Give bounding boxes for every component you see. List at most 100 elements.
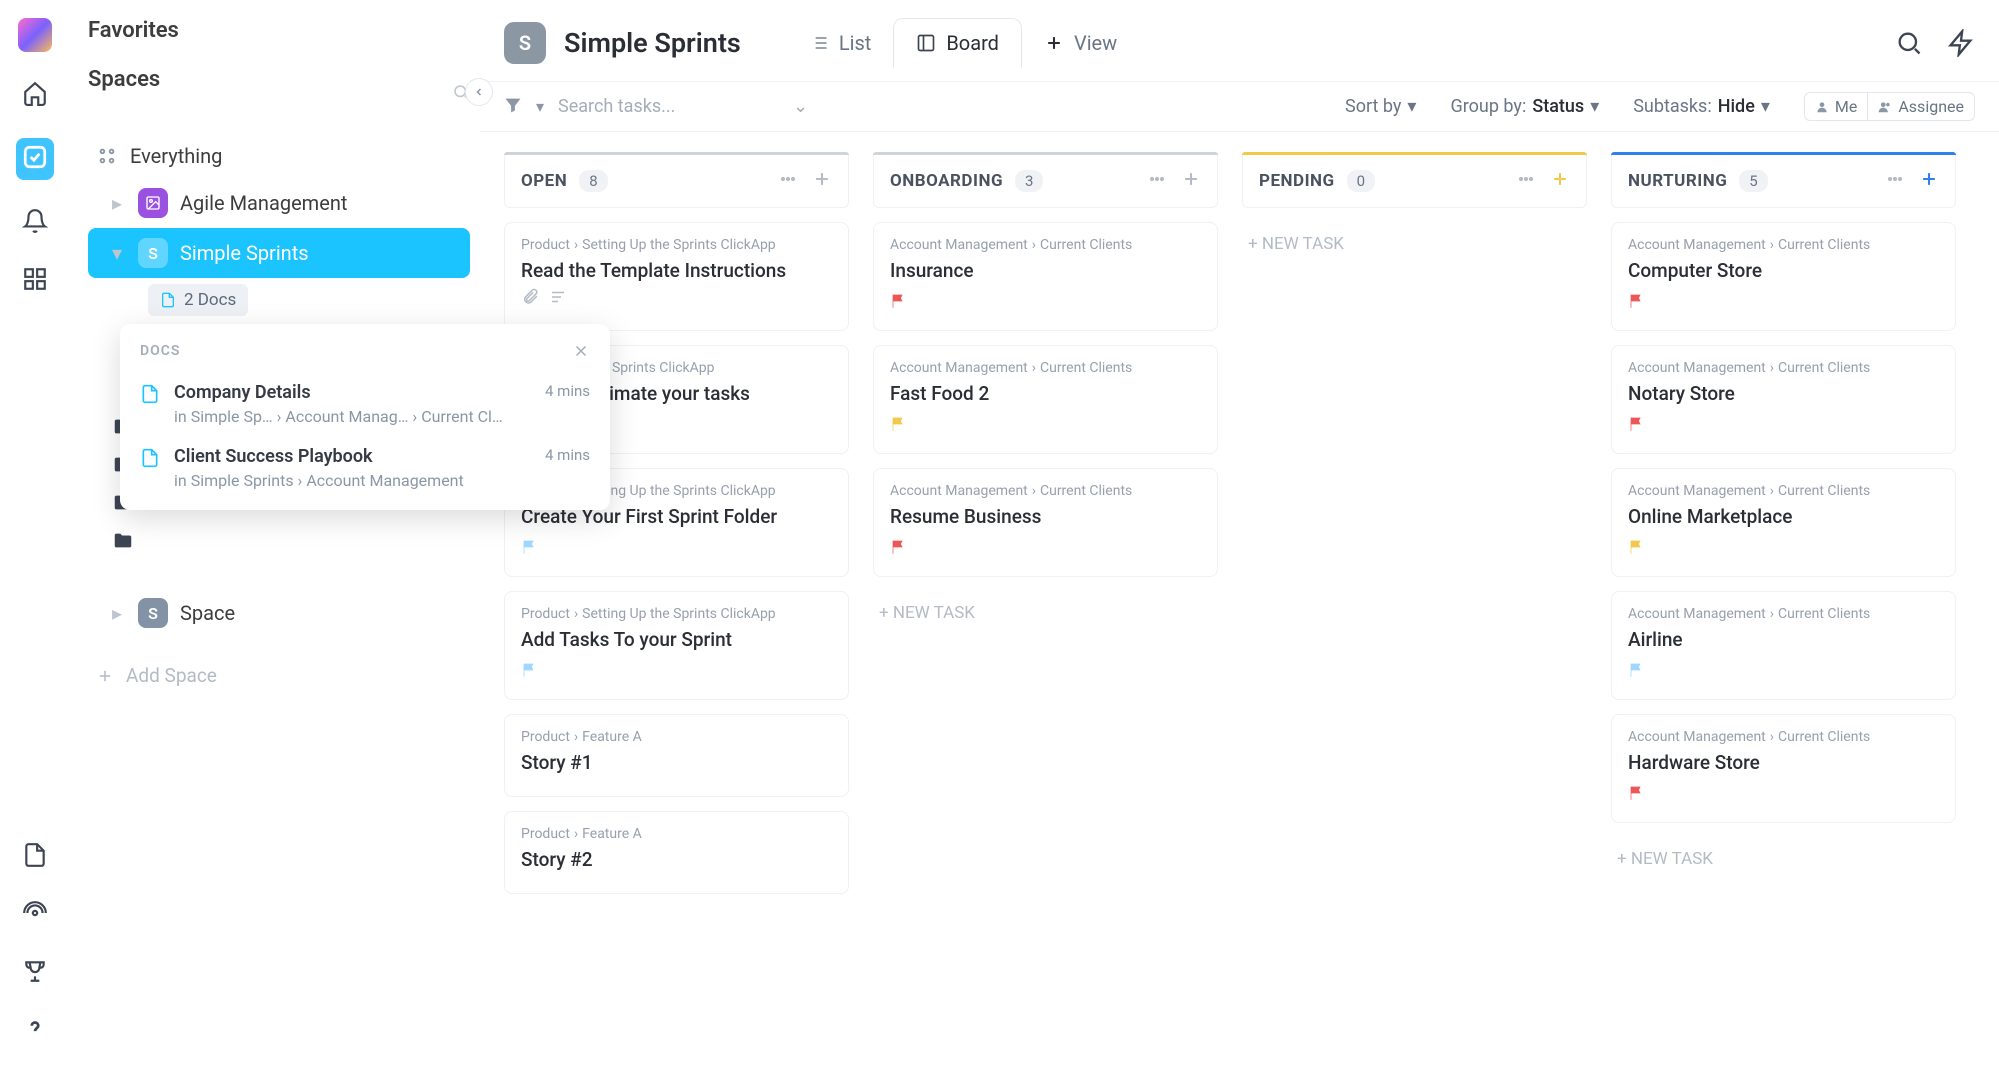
- breadcrumb: Account Management›Current Clients: [1628, 483, 1939, 499]
- task-card[interactable]: Product›Feature A Story #2: [504, 811, 849, 894]
- doc-item[interactable]: Client Success Playbookin Simple Sprints…: [140, 436, 590, 500]
- card-title: Read the Template Instructions: [521, 259, 832, 282]
- collapse-sidebar-button[interactable]: [465, 78, 493, 106]
- priority-flag-icon[interactable]: [890, 538, 1201, 560]
- column-header[interactable]: PENDING 0: [1242, 155, 1587, 208]
- docs-count-pill[interactable]: 2 Docs: [148, 284, 248, 316]
- me-filter-button[interactable]: Me: [1804, 92, 1868, 121]
- users-icon: [1878, 100, 1892, 114]
- card-title: Computer Store: [1628, 259, 1939, 282]
- pulse-icon[interactable]: [22, 900, 48, 930]
- priority-flag-icon[interactable]: [1628, 784, 1939, 806]
- docs-icon[interactable]: [22, 842, 48, 872]
- column-header[interactable]: OPEN 8: [504, 155, 849, 208]
- task-card[interactable]: Account Management›Current ClientsOnline…: [1611, 468, 1956, 577]
- priority-flag-icon[interactable]: [1628, 661, 1939, 683]
- column-name: ONBOARDING: [890, 171, 1003, 191]
- column-count: 5: [1739, 170, 1767, 192]
- search-input[interactable]: Search tasks... ⌄: [558, 96, 808, 117]
- notifications-icon[interactable]: [22, 208, 48, 238]
- sidebar-item-agile[interactable]: ▸ Agile Management: [88, 178, 470, 228]
- column-header[interactable]: ONBOARDING 3: [873, 155, 1218, 208]
- sidebar-item-everything[interactable]: Everything: [88, 134, 470, 178]
- app-logo[interactable]: [18, 18, 52, 52]
- breadcrumb: Account Management›Current Clients: [1628, 606, 1939, 622]
- breadcrumb: Product›Setting Up the Sprints ClickApp: [521, 606, 832, 622]
- task-card[interactable]: Account Management›Current ClientsFast F…: [873, 345, 1218, 454]
- folder-row[interactable]: [88, 522, 470, 560]
- add-task-icon[interactable]: [1919, 169, 1939, 193]
- breadcrumb: Account Management›Current Clients: [1628, 360, 1939, 376]
- list-icon: [809, 33, 829, 53]
- search-icon[interactable]: [1895, 29, 1923, 57]
- add-view-button[interactable]: View: [1022, 19, 1139, 67]
- breadcrumb: Product›Feature A: [521, 826, 832, 842]
- favorites-header[interactable]: Favorites: [88, 18, 470, 43]
- folder-icon: [112, 530, 134, 552]
- task-card[interactable]: Product›Setting Up the Sprints ClickApp R…: [504, 222, 849, 331]
- add-task-icon[interactable]: [812, 169, 832, 193]
- task-card[interactable]: Product›Setting Up the Sprints ClickAppA…: [504, 591, 849, 700]
- new-task-button[interactable]: + NEW TASK: [1242, 222, 1587, 266]
- chevron-down-icon[interactable]: ▾: [536, 97, 544, 116]
- sidebar-item-simple-sprints[interactable]: ▾ S Simple Sprints: [88, 228, 470, 278]
- more-icon[interactable]: [1516, 169, 1536, 193]
- view-tab-list[interactable]: List: [787, 19, 894, 67]
- priority-flag-icon[interactable]: [521, 661, 832, 683]
- user-icon: [1815, 100, 1829, 114]
- apps-icon[interactable]: [22, 266, 48, 296]
- tasks-icon[interactable]: [16, 138, 54, 180]
- task-card[interactable]: Account Management›Current Clients Notary…: [1611, 345, 1956, 454]
- priority-flag-icon[interactable]: [1628, 292, 1939, 314]
- automation-icon[interactable]: [1947, 29, 1975, 57]
- filter-button[interactable]: [504, 96, 522, 118]
- group-by-button[interactable]: Group by: Status ▾: [1450, 96, 1599, 117]
- task-card[interactable]: Account Management›Current ClientsAirlin…: [1611, 591, 1956, 700]
- add-task-icon[interactable]: [1550, 169, 1570, 193]
- space-icon: S: [138, 238, 168, 268]
- doc-item[interactable]: Company Detailsin Simple Sp… › Account M…: [140, 372, 590, 436]
- more-icon[interactable]: [1147, 169, 1167, 193]
- column-count: 8: [579, 170, 607, 192]
- new-task-button[interactable]: + NEW TASK: [1611, 837, 1956, 881]
- chevron-down-icon: ▾: [112, 241, 126, 265]
- page-title[interactable]: Simple Sprints: [564, 27, 741, 59]
- more-icon[interactable]: [778, 169, 798, 193]
- priority-flag-icon[interactable]: [521, 538, 832, 560]
- add-space-button[interactable]: Add Space: [88, 652, 470, 699]
- priority-flag-icon[interactable]: [1628, 538, 1939, 560]
- card-meta-icons: [521, 288, 832, 306]
- task-card[interactable]: Account Management›Current ClientsResume…: [873, 468, 1218, 577]
- sidebar-label: Simple Sprints: [180, 241, 309, 265]
- card-title: Notary Store: [1628, 382, 1939, 405]
- sidebar: Favorites Spaces Everything ▸ Agile Mana…: [70, 0, 480, 1070]
- space-avatar[interactable]: S: [504, 22, 546, 64]
- spaces-header[interactable]: Spaces: [88, 67, 160, 92]
- more-icon[interactable]: [1885, 169, 1905, 193]
- priority-flag-icon[interactable]: [890, 415, 1201, 437]
- card-title: Story #2: [521, 848, 832, 871]
- column-name: NURTURING: [1628, 171, 1727, 191]
- task-card[interactable]: Product›Feature AStory #1: [504, 714, 849, 797]
- task-card[interactable]: Account Management›Current ClientsInsura…: [873, 222, 1218, 331]
- close-icon[interactable]: [572, 342, 590, 360]
- card-title: Story #1: [521, 751, 832, 774]
- sidebar-item-space[interactable]: ▸ S Space: [88, 588, 470, 638]
- subtasks-button[interactable]: Subtasks: Hide ▾: [1633, 96, 1770, 117]
- help-icon[interactable]: [22, 1016, 48, 1046]
- breadcrumb: Product›Setting Up the Sprints ClickApp: [521, 237, 832, 253]
- doc-icon: [160, 291, 176, 309]
- new-task-button[interactable]: + NEW TASK: [873, 591, 1218, 635]
- priority-flag-icon[interactable]: [1628, 415, 1939, 437]
- task-card[interactable]: Account Management›Current ClientsComput…: [1611, 222, 1956, 331]
- priority-flag-icon[interactable]: [890, 292, 1201, 314]
- goals-icon[interactable]: [22, 958, 48, 988]
- home-icon[interactable]: [22, 80, 48, 110]
- card-title: Insurance: [890, 259, 1201, 282]
- view-tab-board[interactable]: Board: [893, 18, 1022, 68]
- column-header[interactable]: NURTURING 5: [1611, 155, 1956, 208]
- task-card[interactable]: Account Management›Current ClientsHardwa…: [1611, 714, 1956, 823]
- add-task-icon[interactable]: [1181, 169, 1201, 193]
- assignee-filter-button[interactable]: Assignee: [1868, 92, 1975, 121]
- sort-by-button[interactable]: Sort by ▾: [1345, 96, 1416, 117]
